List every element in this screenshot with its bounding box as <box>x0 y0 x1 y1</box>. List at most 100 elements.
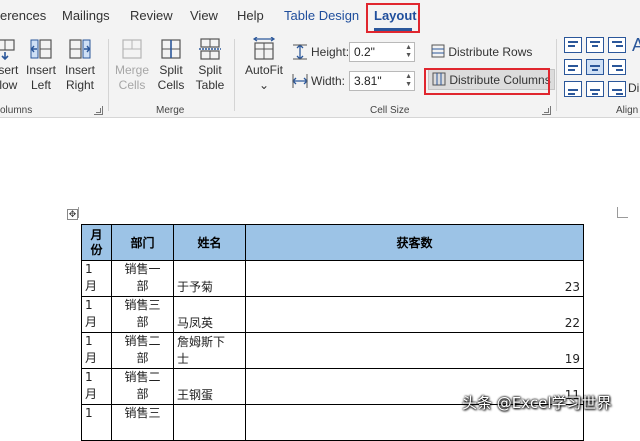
align-center-left-button[interactable] <box>564 59 582 75</box>
cell-name[interactable] <box>173 404 246 441</box>
group-label-rows-columns: olumns <box>0 105 33 116</box>
spinner-arrows-icon[interactable]: ▲ ▼ <box>405 73 412 89</box>
align-center-button[interactable] <box>586 59 604 75</box>
insert-right-button[interactable]: Insert Right <box>61 37 99 93</box>
cell-name-line: 士 <box>177 352 190 366</box>
cell-month-line: 1 <box>85 334 93 348</box>
group-label-merge: Merge <box>156 105 185 116</box>
insert-below-button[interactable]: nsert elow <box>0 37 24 93</box>
distribute-rows-button[interactable]: Distribute Rows <box>428 42 535 61</box>
cell-month-line: 1 <box>85 262 93 276</box>
cell-count[interactable]: 19 <box>245 332 584 369</box>
header-cell-month[interactable]: 月 份 <box>81 224 112 261</box>
cell-dept-line: 部 <box>136 351 149 365</box>
split-table-button[interactable]: Split Table <box>191 37 229 93</box>
cell-dept-line: 销售三 <box>124 298 161 312</box>
cell-count[interactable]: 23 <box>245 260 584 297</box>
header-month-line: 月 <box>90 227 103 242</box>
cell-name[interactable]: 于予菊 <box>173 260 246 297</box>
insert-below-label-1: nsert <box>0 63 19 77</box>
split-table-label-1: Split <box>198 63 222 77</box>
ribbon-tab-bar: erences Mailings Review View Help Table … <box>0 0 640 33</box>
group-separator <box>234 39 235 111</box>
table-row: 1 月销售三部马凤英 22 <box>81 296 584 333</box>
cell-size-launcher-icon[interactable] <box>542 106 551 115</box>
table-row: 1 月销售一部于予菊 23 <box>81 260 584 297</box>
width-value: 3.81" <box>354 74 382 88</box>
cell-name-line: 詹姆斯下 <box>177 335 226 349</box>
text-direction-icon[interactable]: A <box>632 35 640 56</box>
height-input[interactable]: 0.2" ▲ ▼ <box>349 42 415 62</box>
cell-name[interactable]: 王钢蛋 <box>173 368 246 405</box>
cell-count-line: 22 <box>564 316 580 330</box>
insert-left-button[interactable]: Insert Left <box>22 37 60 93</box>
header-month-line: 份 <box>90 242 103 257</box>
header-cell-name[interactable]: 姓名 <box>173 224 246 261</box>
tab-help[interactable]: Help <box>237 8 264 23</box>
cell-month[interactable]: 1 <box>81 404 112 441</box>
split-cells-button[interactable]: Split Cells <box>152 37 190 93</box>
cell-month[interactable]: 1月 <box>81 332 112 369</box>
cell-month-line: 月 <box>85 315 98 329</box>
insert-right-label-2: Right <box>65 78 94 92</box>
cell-month-line: 月 <box>85 387 98 401</box>
autofit-label: AutoFit <box>244 63 283 77</box>
split-cells-label-1: Split <box>159 63 183 77</box>
align-top-right-button[interactable] <box>608 37 626 53</box>
cell-dept[interactable]: 销售三 <box>111 404 174 441</box>
cell-dept-line: 销售二 <box>124 334 161 348</box>
merge-cells-label-2: Cells <box>118 78 146 92</box>
insert-below-icon <box>0 39 15 61</box>
cell-dept[interactable]: 销售二部 <box>111 332 174 369</box>
align-top-left-button[interactable] <box>564 37 582 53</box>
cell-dept[interactable]: 销售二部 <box>111 368 174 405</box>
group-separator <box>556 39 557 111</box>
header-cell-count[interactable]: 获客数 <box>245 224 584 261</box>
rows-columns-launcher-icon[interactable] <box>94 106 103 115</box>
chevron-down-icon: ⌄ <box>258 78 270 92</box>
autofit-button[interactable]: AutoFit ⌄ <box>244 37 284 93</box>
align-bottom-center-button[interactable] <box>586 81 604 97</box>
cell-name-line: 马凤英 <box>177 316 214 330</box>
align-bottom-left-button[interactable] <box>564 81 582 97</box>
cell-name[interactable]: 马凤英 <box>173 296 246 333</box>
merge-cells-button[interactable]: Merge Cells <box>113 37 151 93</box>
tab-references[interactable]: erences <box>0 8 46 23</box>
align-bottom-right-button[interactable] <box>608 81 626 97</box>
cell-dept[interactable]: 销售一部 <box>111 260 174 297</box>
cell-count[interactable]: 22 <box>245 296 584 333</box>
tab-view[interactable]: View <box>190 8 218 23</box>
cell-month-line: 1 <box>85 406 93 420</box>
layout-tab-highlight <box>366 3 420 33</box>
cell-dept[interactable]: 销售三部 <box>111 296 174 333</box>
cell-dept-line: 部 <box>136 315 149 329</box>
table-row: 1 月销售二部詹姆斯下士 19 <box>81 332 584 369</box>
cell-count-line: 23 <box>564 280 580 294</box>
autofit-icon <box>252 37 276 60</box>
merge-cells-label-1: Merge <box>114 63 149 77</box>
cell-month[interactable]: 1月 <box>81 296 112 333</box>
cell-count-line: 19 <box>564 352 580 366</box>
tab-mailings[interactable]: Mailings <box>62 8 110 23</box>
margin-corner-right <box>617 207 628 218</box>
spinner-arrows-icon[interactable]: ▲ ▼ <box>405 44 412 60</box>
tab-table-design[interactable]: Table Design <box>284 8 359 23</box>
tab-review[interactable]: Review <box>130 8 173 23</box>
width-label: Width: <box>311 74 346 88</box>
group-label-alignment: Align <box>616 105 639 116</box>
distribute-columns-highlight <box>424 68 550 95</box>
table-move-handle-icon[interactable]: ✥ <box>67 209 78 220</box>
width-input[interactable]: 3.81" ▲ ▼ <box>349 71 415 91</box>
header-cell-dept[interactable]: 部门 <box>111 224 174 261</box>
cell-name-line: 王钢蛋 <box>177 388 214 402</box>
cell-month[interactable]: 1月 <box>81 260 112 297</box>
split-table-label-2: Table <box>195 78 225 92</box>
align-center-right-button[interactable] <box>608 59 626 75</box>
align-top-center-button[interactable] <box>586 37 604 53</box>
insert-left-label-2: Left <box>30 78 51 92</box>
cell-name[interactable]: 詹姆斯下士 <box>173 332 246 369</box>
group-separator <box>108 39 109 111</box>
watermark-text: 头条 @Excel学习世界 <box>462 394 612 412</box>
cell-month[interactable]: 1月 <box>81 368 112 405</box>
distribute-rows-label: Distribute Rows <box>448 45 533 59</box>
